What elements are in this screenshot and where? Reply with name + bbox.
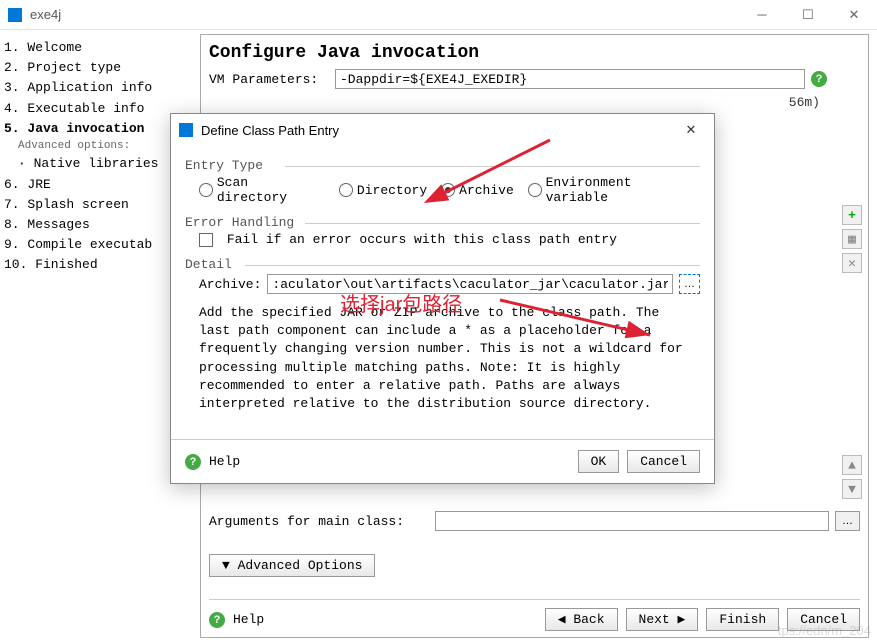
description-text: Add the specified JAR or ZIP archive to … (185, 304, 700, 413)
add-entry-button[interactable]: + (842, 205, 862, 225)
back-button[interactable]: ◀ Back (545, 608, 618, 631)
minimize-button[interactable]: ─ (739, 0, 785, 30)
close-button[interactable]: ✕ (831, 0, 877, 30)
move-down-button[interactable]: ▼ (842, 479, 862, 499)
window-titlebar: exe4j ─ ☐ ✕ (0, 0, 877, 30)
archive-label: Archive: (199, 277, 261, 292)
step-project-type[interactable]: 2. Project type (4, 58, 196, 78)
step-finished[interactable]: 10. Finished (4, 255, 196, 275)
args-label: Arguments for main class: (209, 514, 429, 529)
edit-entry-button[interactable]: ▦ (842, 229, 862, 249)
define-classpath-dialog: Define Class Path Entry ✕ Entry Type Sca… (170, 113, 715, 484)
fail-on-error-checkbox[interactable] (199, 233, 213, 247)
window-title: exe4j (30, 7, 739, 22)
wizard-button-bar: ? Help ◀ Back Next ▶ Finish Cancel (209, 599, 860, 631)
classpath-toolbar: + ▦ ✕ (842, 205, 862, 273)
dialog-icon (179, 123, 193, 137)
move-up-button[interactable]: ▲ (842, 455, 862, 475)
step-native-libraries[interactable]: · Native libraries (4, 154, 196, 174)
radio-archive[interactable]: Archive (441, 183, 514, 198)
radio-directory[interactable]: Directory (339, 183, 427, 198)
finish-button[interactable]: Finish (706, 608, 779, 631)
advanced-options-label: Advanced options: (4, 139, 196, 154)
radio-scan-directory[interactable]: Scan directory (199, 175, 325, 205)
dialog-help-label[interactable]: Help (209, 454, 240, 469)
ok-button[interactable]: OK (578, 450, 620, 473)
dialog-help-icon[interactable]: ? (185, 454, 201, 470)
maximize-button[interactable]: ☐ (785, 0, 831, 30)
vm-parameters-input[interactable] (335, 69, 805, 89)
radio-environment-variable[interactable]: Environment variable (528, 175, 700, 205)
vm-parameters-label: VM Parameters: (209, 72, 329, 87)
help-button-label[interactable]: Help (233, 612, 264, 627)
step-messages[interactable]: 8. Messages (4, 215, 196, 235)
vm-help-icon[interactable]: ? (811, 71, 827, 87)
archive-browse-button[interactable]: … (679, 274, 700, 294)
archive-path-input[interactable] (267, 274, 673, 294)
args-browse-button[interactable]: … (835, 511, 860, 531)
dialog-title: Define Class Path Entry (201, 123, 676, 138)
step-java-invocation[interactable]: 5. Java invocation (4, 119, 196, 139)
page-heading: Configure Java invocation (209, 43, 860, 63)
step-application-info[interactable]: 3. Application info (4, 78, 196, 98)
step-splash-screen[interactable]: 7. Splash screen (4, 195, 196, 215)
dialog-cancel-button[interactable]: Cancel (627, 450, 700, 473)
dialog-close-button[interactable]: ✕ (676, 115, 706, 145)
step-jre[interactable]: 6. JRE (4, 175, 196, 195)
fail-on-error-label: Fail if an error occurs with this class … (227, 232, 617, 247)
step-welcome[interactable]: 1. Welcome (4, 38, 196, 58)
step-compile-executable[interactable]: 9. Compile executab (4, 235, 196, 255)
truncated-text: 56m) (209, 95, 860, 110)
step-executable-info[interactable]: 4. Executable info (4, 99, 196, 119)
next-button[interactable]: Next ▶ (626, 608, 699, 631)
help-icon[interactable]: ? (209, 612, 225, 628)
app-icon (8, 8, 22, 22)
remove-entry-button[interactable]: ✕ (842, 253, 862, 273)
args-input[interactable] (435, 511, 829, 531)
advanced-options-button[interactable]: ▼ Advanced Options (209, 554, 375, 577)
footer-watermark: tps://edn/m_204 (778, 623, 871, 638)
